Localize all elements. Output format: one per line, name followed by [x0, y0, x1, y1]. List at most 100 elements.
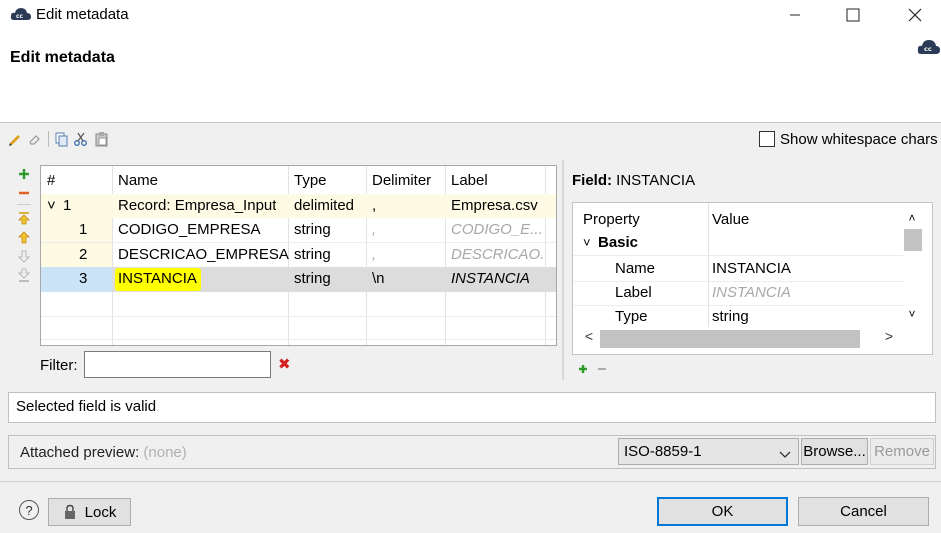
panel-splitter[interactable] — [562, 160, 564, 380]
move-down-icon — [18, 250, 30, 263]
scroll-right-icon[interactable]: > — [879, 328, 899, 344]
move-top-icon — [18, 212, 30, 225]
property-column-header[interactable]: Property — [583, 208, 640, 232]
column-divider — [366, 166, 367, 345]
record-name: Record: Empresa_Input — [118, 197, 277, 214]
close-icon — [908, 8, 922, 22]
footer-separator — [0, 481, 941, 482]
remove-icon — [598, 368, 606, 370]
record-expander-icon[interactable]: ˅ — [47, 194, 56, 218]
record-delimiter: , — [372, 197, 377, 214]
edit-icon[interactable] — [8, 131, 24, 147]
filter-input[interactable] — [84, 351, 271, 378]
column-header-type[interactable]: Type — [294, 169, 327, 193]
row-label[interactable]: INSTANCIA — [451, 267, 530, 291]
header-separator — [0, 122, 941, 123]
row-type[interactable]: string — [294, 243, 331, 267]
row-divider — [573, 255, 903, 256]
window-title: Edit metadata — [36, 6, 129, 23]
remove-property-button[interactable] — [596, 362, 608, 379]
cancel-button[interactable]: Cancel — [798, 497, 929, 526]
column-header-delimiter[interactable]: Delimiter — [372, 169, 431, 193]
app-logo-text: cc — [16, 13, 24, 20]
maximize-icon — [846, 8, 860, 22]
filter-label: Filter: — [40, 357, 78, 374]
encoding-value: ISO-8859-1 — [624, 443, 702, 460]
column-header-num[interactable]: # — [47, 169, 55, 193]
paste-icon[interactable] — [94, 131, 110, 147]
column-header-label[interactable]: Label — [451, 169, 488, 193]
add-icon — [19, 169, 29, 179]
preview-label: Attached preview: (none) — [20, 444, 187, 461]
property-label-value[interactable]: INSTANCIA — [712, 281, 791, 305]
add-field-button[interactable] — [17, 167, 31, 181]
lock-button[interactable]: Lock — [48, 498, 131, 526]
maximize-button[interactable] — [830, 0, 876, 30]
toolbar-separator — [48, 131, 49, 147]
preview-value: (none) — [143, 444, 187, 461]
property-type-value[interactable]: string — [712, 305, 749, 329]
row-delimiter[interactable]: , — [372, 218, 376, 242]
move-up-icon — [18, 231, 30, 244]
field-panel-title: Field: INSTANCIA — [572, 172, 695, 189]
row-num: 1 — [79, 221, 88, 238]
move-up-button[interactable] — [17, 231, 31, 245]
row-name[interactable]: INSTANCIA — [118, 267, 197, 291]
show-whitespace-checkbox[interactable] — [759, 131, 775, 147]
row-delimiter[interactable]: , — [372, 243, 376, 267]
property-grid[interactable]: Property Value ˅ Basic Name INSTANCIA La… — [572, 202, 933, 355]
move-top-button[interactable] — [17, 212, 31, 226]
scroll-left-icon[interactable]: < — [579, 328, 599, 344]
row-num: 2 — [79, 246, 88, 263]
side-separator — [17, 204, 31, 205]
encoding-select[interactable]: ISO-8859-1 — [618, 438, 799, 465]
column-divider — [545, 166, 546, 345]
scroll-up-icon[interactable]: ˄ — [903, 211, 921, 225]
show-whitespace-label[interactable]: Show whitespace chars — [780, 131, 938, 148]
column-divider — [708, 203, 709, 327]
selected-row-num-cell — [41, 267, 112, 292]
browse-button[interactable]: Browse... — [801, 438, 868, 465]
add-property-button[interactable] — [577, 362, 589, 379]
column-divider — [445, 166, 446, 345]
row-label[interactable]: DESCRICAO... — [451, 243, 543, 267]
clear-icon[interactable] — [27, 131, 43, 147]
record-label: Empresa.csv — [451, 197, 538, 214]
move-down-button[interactable] — [17, 249, 31, 263]
column-header-name[interactable]: Name — [118, 169, 158, 193]
scroll-down-icon[interactable]: ˅ — [903, 307, 921, 321]
cut-icon[interactable] — [73, 131, 89, 147]
value-column-header[interactable]: Value — [712, 208, 749, 232]
help-icon[interactable]: ? — [19, 500, 39, 520]
property-value[interactable]: INSTANCIA — [712, 257, 791, 281]
property-name: Name — [615, 260, 656, 277]
row-name[interactable]: CODIGO_EMPRESA — [118, 218, 261, 242]
minimize-button[interactable] — [772, 0, 818, 30]
close-button[interactable] — [892, 0, 938, 30]
row-type[interactable]: string — [294, 267, 331, 291]
row-type[interactable]: string — [294, 218, 331, 242]
copy-icon[interactable] — [54, 131, 70, 147]
ok-button[interactable]: OK — [657, 497, 788, 526]
header-logo-text: cc — [924, 45, 932, 53]
header-cloud-icon: cc — [917, 38, 941, 56]
chevron-down-icon — [779, 446, 791, 463]
group-expander-icon[interactable]: ˅ — [583, 231, 591, 255]
move-bottom-button[interactable] — [17, 268, 31, 282]
remove-button[interactable]: Remove — [870, 438, 934, 465]
remove-field-button[interactable] — [17, 186, 31, 200]
row-num-cell — [41, 218, 112, 242]
row-delimiter[interactable]: \n — [372, 267, 385, 291]
remove-icon — [19, 191, 29, 195]
clear-filter-icon[interactable]: ✖ — [278, 355, 291, 373]
field-title-value: INSTANCIA — [616, 172, 696, 189]
row-name[interactable]: DESCRICAO_EMPRESA — [118, 243, 289, 267]
group-basic[interactable]: Basic — [598, 231, 638, 255]
row-label[interactable]: CODIGO_E... — [451, 218, 543, 242]
fields-table[interactable]: # Name Type Delimiter Label ˅ 1 Record: … — [40, 165, 557, 346]
record-type: delimited — [294, 197, 355, 214]
horizontal-scroll-thumb[interactable] — [600, 330, 860, 348]
vertical-scroll-thumb[interactable] — [904, 229, 922, 251]
status-text: Selected field is valid — [16, 398, 157, 415]
app-cloud-icon: cc — [10, 6, 32, 22]
